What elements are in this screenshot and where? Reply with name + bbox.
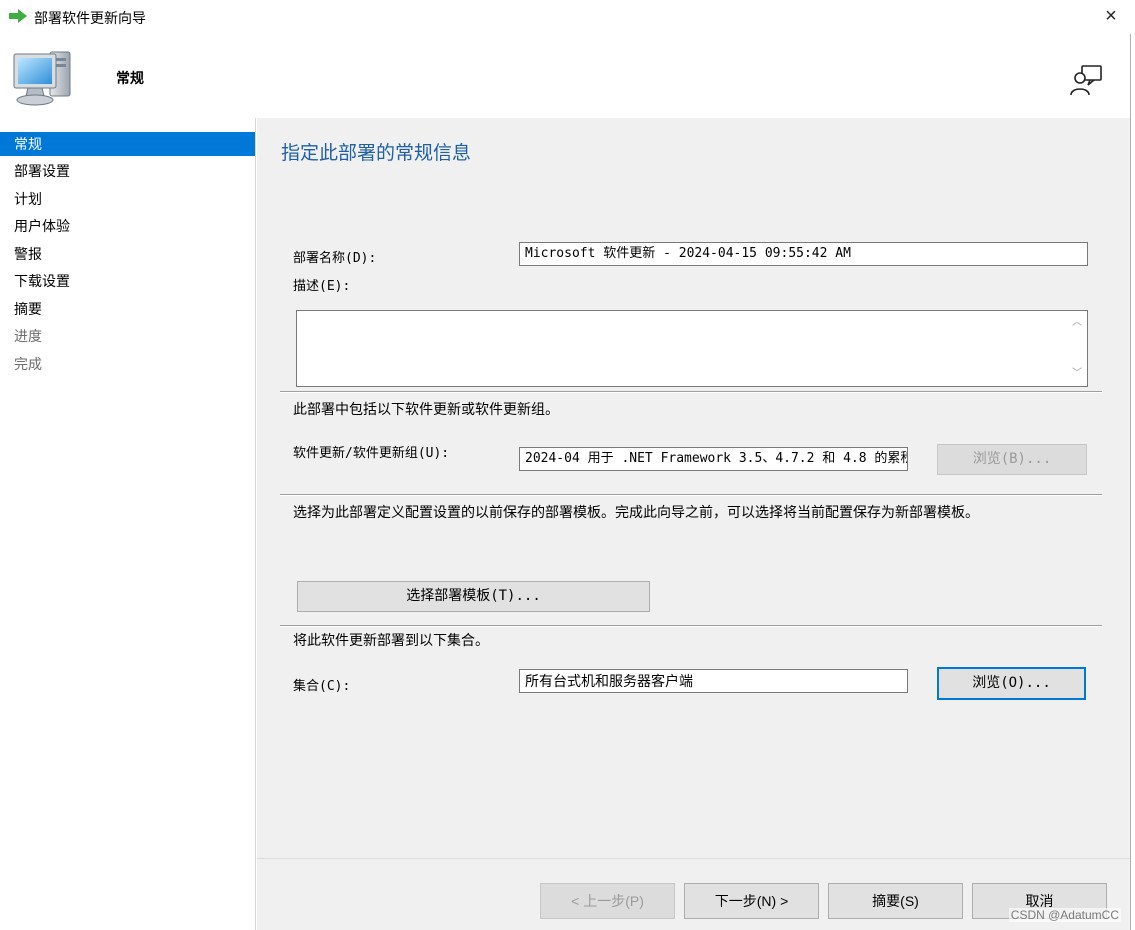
user-chat-icon[interactable] bbox=[1068, 64, 1104, 98]
summary-button[interactable]: 摘要(S) bbox=[828, 883, 963, 919]
scroll-down-icon[interactable]: ﹀ bbox=[1071, 368, 1083, 380]
window-title: 部署软件更新向导 bbox=[34, 10, 146, 26]
description-textarea[interactable]: ︿ ﹀ bbox=[296, 310, 1088, 387]
textarea-scrollbar[interactable]: ︿ ﹀ bbox=[1067, 311, 1087, 386]
nav-item-completion: 完成 bbox=[14, 356, 42, 372]
nav-item-user-experience[interactable]: 用户体验 bbox=[0, 214, 255, 238]
template-intro-text: 选择为此部署定义配置设置的以前保存的部署模板。完成此向导之前，可以选择将当前配置… bbox=[293, 504, 979, 520]
green-arrow-icon bbox=[9, 9, 27, 23]
csdn-watermark: CSDN @AdatumCC bbox=[1008, 908, 1121, 922]
collection-input[interactable]: 所有台式机和服务器客户端 bbox=[519, 669, 908, 693]
browse-collection-button[interactable]: 浏览(O)... bbox=[937, 667, 1086, 700]
nav-item-general[interactable]: 常规 bbox=[0, 132, 255, 156]
wizard-header: 常规 bbox=[0, 34, 1130, 118]
description-label: 描述(E): bbox=[293, 279, 351, 294]
browse-updates-button: 浏览(B)... bbox=[937, 444, 1087, 475]
close-button[interactable]: × bbox=[1099, 4, 1123, 28]
separator bbox=[280, 625, 1102, 627]
updates-label: 软件更新/软件更新组(U): bbox=[293, 446, 450, 461]
next-button[interactable]: 下一步(N) > bbox=[684, 883, 819, 919]
select-template-button[interactable]: 选择部署模板(T)... bbox=[297, 581, 650, 612]
footer-divider bbox=[257, 858, 1130, 859]
prev-button: < 上一步(P) bbox=[540, 883, 675, 919]
nav-item-summary[interactable]: 摘要 bbox=[0, 297, 255, 321]
separator bbox=[280, 494, 1102, 496]
nav-item-schedule[interactable]: 计划 bbox=[0, 187, 255, 211]
computer-icon bbox=[13, 51, 71, 106]
window-edge bbox=[1130, 34, 1131, 930]
nav-item-download-settings[interactable]: 下载设置 bbox=[0, 269, 255, 293]
deployment-name-input[interactable]: Microsoft 软件更新 - 2024-04-15 09:55:42 AM bbox=[519, 242, 1088, 266]
nav-item-deployment-settings[interactable]: 部署设置 bbox=[0, 159, 255, 183]
scroll-up-icon[interactable]: ︿ bbox=[1071, 317, 1083, 329]
title-bar: 部署软件更新向导 × bbox=[0, 0, 1135, 34]
page-heading: 指定此部署的常规信息 bbox=[281, 143, 472, 164]
collection-intro-text: 将此软件更新部署到以下集合。 bbox=[293, 632, 489, 648]
nav-item-alerts[interactable]: 警报 bbox=[0, 242, 255, 266]
wizard-nav: 常规 部署设置 计划 用户体验 警报 下载设置 摘要 进度 完成 bbox=[0, 118, 256, 930]
separator bbox=[280, 391, 1102, 393]
updates-input[interactable]: 2024-04 用于 .NET Framework 3.5、4.7.2 和 4.… bbox=[519, 447, 908, 471]
wizard-content: 指定此部署的常规信息 部署名称(D): Microsoft 软件更新 - 202… bbox=[257, 118, 1130, 930]
updates-intro-text: 此部署中包括以下软件更新或软件更新组。 bbox=[293, 401, 559, 417]
header-title: 常规 bbox=[116, 70, 144, 86]
nav-item-progress: 进度 bbox=[14, 328, 42, 344]
deployment-name-label: 部署名称(D): bbox=[293, 251, 377, 266]
collection-label: 集合(C): bbox=[293, 679, 351, 694]
